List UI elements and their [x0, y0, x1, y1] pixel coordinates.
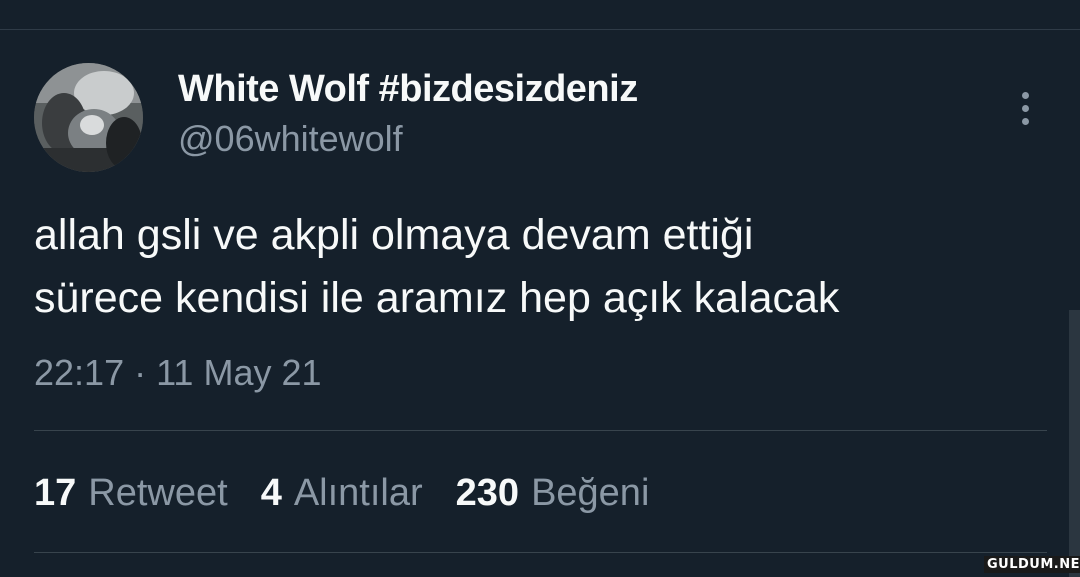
scrollbar[interactable] — [1069, 310, 1080, 577]
tweet-timestamp[interactable]: 22:17 · 11 May 21 — [34, 352, 322, 394]
more-vertical-icon — [1021, 91, 1029, 99]
like-stat[interactable]: 230 Beğeni — [456, 472, 650, 515]
tweet-text-line: allah gsli ve akpli olmaya devam ettiği — [34, 211, 754, 259]
divider — [34, 552, 1047, 553]
engagement-stats: 17 Retweet 4 Alıntılar 230 Beğeni — [34, 472, 682, 515]
more-options-button[interactable] — [1008, 86, 1042, 130]
retweet-stat[interactable]: 17 Retweet — [34, 472, 228, 515]
more-vertical-icon-dot — [1021, 104, 1029, 112]
watermark: GULDUM.NET — [984, 556, 1080, 573]
avatar-photo-icon — [34, 63, 143, 172]
like-label: Beğeni — [531, 472, 650, 514]
author-handle[interactable]: @06whitewolf — [178, 118, 403, 160]
like-count: 230 — [455, 472, 520, 514]
divider — [34, 430, 1047, 431]
quote-stat[interactable]: 4 Alıntılar — [261, 472, 423, 515]
tweet-text: allah gsli ve akpli olmaya devam ettiği … — [34, 204, 1034, 330]
retweet-label: Retweet — [88, 472, 228, 514]
avatar[interactable] — [34, 63, 143, 172]
more-vertical-icon-dot — [1021, 117, 1029, 125]
quote-count: 4 — [260, 472, 282, 514]
quote-label: Alıntılar — [293, 472, 423, 514]
author-display-name[interactable]: White Wolf #bizdesizdeniz — [178, 68, 638, 111]
top-divider — [0, 29, 1080, 30]
retweet-count: 17 — [34, 472, 77, 514]
tweet-text-line: sürece kendisi ile aramız hep açık kalac… — [34, 274, 840, 322]
